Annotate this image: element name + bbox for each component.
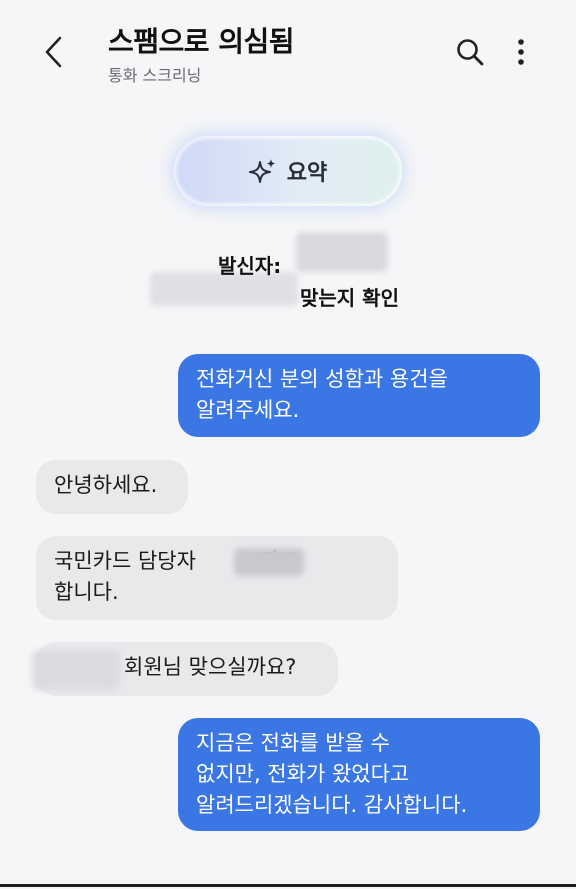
redacted-area [296,232,388,272]
caller-check-text: 맞는지 확인 [300,286,399,310]
message-line: 없지만, 전화가 왔었다고 [196,762,410,786]
caller-label: 발신자: [218,254,282,278]
redacted-area [234,548,304,576]
more-options-button[interactable] [504,32,538,72]
bottom-divider [0,884,576,887]
message-line: 알려주세요. [196,398,300,422]
summary-button[interactable]: 요약 [174,136,402,206]
message-line: 안녕하세요. [54,473,158,497]
incoming-message: 안녕하세요. [36,460,188,514]
message-line: 합니다. [54,580,119,604]
page-subtitle: 통화 스크리닝 [108,66,202,85]
chevron-left-icon [45,36,62,68]
message-line: 전화거신 분의 성함과 용건을 [196,367,448,391]
message-line: 알려드리겠습니다. 감사합니다. [196,793,468,817]
app-header: 스팸으로 의심됨 통화 스크리닝 [0,0,576,100]
more-vertical-icon [518,39,524,65]
redacted-area [32,650,120,690]
back-button[interactable] [36,30,72,74]
search-icon [457,39,484,66]
outgoing-message: 지금은 전화를 받을 수 없지만, 전화가 왔었다고 알려드리겠습니다. 감사합… [178,718,540,831]
message-line: 지금은 전화를 받을 수 [196,731,390,755]
page-title: 스팸으로 의심됨 [108,25,295,58]
message-line: 국민카드 담당자 [54,549,196,573]
message-line: 회원님 맞으실까요? [124,655,297,679]
outgoing-message: 전화거신 분의 성함과 용건을 알려주세요. [178,354,540,437]
summary-label: 요약 [286,161,328,186]
search-button[interactable] [450,32,490,72]
sparkle-icon [248,159,276,183]
incoming-message: 국민카드 담당자라고 합니다. [36,536,398,620]
